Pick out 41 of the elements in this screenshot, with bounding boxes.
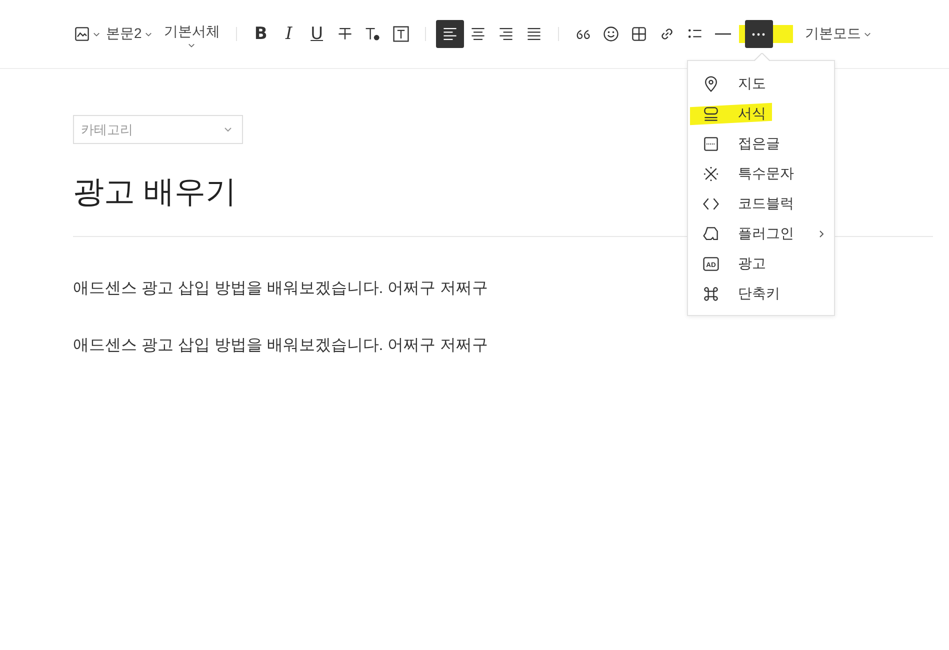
format-icon bbox=[702, 105, 720, 123]
text-color-icon bbox=[364, 25, 382, 43]
align-center-icon bbox=[468, 25, 487, 43]
more-button[interactable] bbox=[744, 20, 773, 48]
dropdown-button[interactable]: 기본서체 bbox=[158, 17, 226, 51]
post-title[interactable]: 광고 배우기 bbox=[73, 170, 237, 214]
caret-icon bbox=[92, 32, 100, 36]
menu-item[interactable]: 지도 bbox=[688, 69, 834, 99]
paragraph: 애드센스 광고 삽입 방법을 배워보겠습니다. 어쩌구 저쩌구 bbox=[73, 336, 488, 356]
command-key-icon bbox=[702, 285, 720, 303]
menu-item[interactable]: 접은글 bbox=[688, 129, 834, 159]
format-button[interactable]: B bbox=[246, 20, 275, 48]
emoji-icon bbox=[602, 25, 620, 43]
map-pin-icon bbox=[702, 75, 720, 93]
format-button[interactable]: I bbox=[274, 20, 303, 48]
dropdown-button[interactable]: 본문2 bbox=[100, 20, 158, 48]
chevron-right-icon bbox=[819, 230, 824, 238]
format-button[interactable]: U bbox=[302, 20, 331, 48]
paragraph: 애드센스 광고 삽입 방법을 배워보겠습니다. 어쩌구 저쩌구 bbox=[73, 279, 488, 299]
text-background-icon bbox=[392, 25, 410, 43]
table-icon bbox=[630, 25, 648, 43]
align-right-icon bbox=[496, 25, 515, 43]
image-icon bbox=[72, 25, 90, 43]
puzzle-icon bbox=[702, 225, 720, 243]
asterisk-icon bbox=[702, 165, 720, 183]
align-justify-icon bbox=[524, 25, 543, 43]
dropdown-button[interactable]: 기본모드 bbox=[798, 20, 877, 48]
menu-item[interactable]: 특수문자 bbox=[688, 159, 834, 189]
caret-icon bbox=[144, 32, 152, 36]
caret-icon bbox=[864, 32, 871, 36]
menu-item[interactable]: 단축키 bbox=[688, 279, 834, 309]
menu-item[interactable]: 코드블럭 bbox=[688, 189, 834, 219]
menu-item[interactable]: 플러그인 bbox=[688, 219, 834, 249]
more-icon bbox=[752, 32, 766, 36]
collapsed-box-icon bbox=[702, 135, 720, 153]
caret-icon bbox=[188, 43, 196, 48]
align-left-icon bbox=[440, 25, 459, 43]
align-left-button[interactable] bbox=[436, 20, 464, 48]
chevron-down-icon bbox=[224, 127, 232, 132]
menu-item[interactable]: 서식 bbox=[688, 99, 834, 129]
horizontal-line-icon bbox=[714, 33, 731, 35]
